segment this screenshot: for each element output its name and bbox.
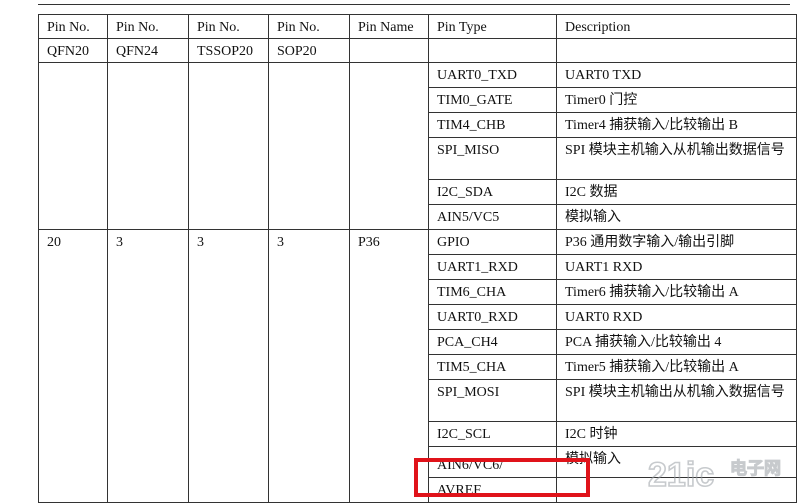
pin-type-cell: SPI_MISO [428,137,557,180]
watermark-text: 21ic [648,456,714,494]
pin-type-cell: UART0_RXD [428,304,557,330]
description-cell: Timer4 捕获输入/比较输出 B [556,112,797,138]
pin-tssop20-cell: 3 [188,229,269,503]
package-pin-type [428,38,557,63]
description-cell: UART1 RXD [556,254,797,280]
package-description [556,38,797,63]
description-cell: SPI 模块主机输入从机输出数据信号 [556,137,797,180]
header-row: Pin No. Pin No. Pin No. Pin No. Pin Name… [38,14,797,39]
pin-type-cell: SPI_MOSI [428,379,557,422]
header-description: Description [556,14,797,39]
pin-type-cell: TIM4_CHB [428,112,557,138]
description-cell: SPI 模块主机输出从机输入数据信号 [556,379,797,422]
pin-type-cell: UART1_RXD [428,254,557,280]
avref-highlight-box [414,458,590,497]
package-tssop20: TSSOP20 [188,38,269,63]
description-cell: Timer6 捕获输入/比较输出 A [556,279,797,305]
description-cell: I2C 时钟 [556,421,797,447]
pin-type-cell: UART0_TXD [428,62,557,88]
pin-qfn20-cell [38,62,108,230]
pin-type-cell: TIM5_CHA [428,354,557,380]
package-qfn20: QFN20 [38,38,108,63]
pin-name-cell [349,62,429,230]
pin-qfn24-cell: 3 [107,229,189,503]
header-pin-no-3: Pin No. [188,14,269,39]
description-cell: Timer5 捕获输入/比较输出 A [556,354,797,380]
description-cell: 模拟输入 [556,204,797,230]
pin-table: Pin No. Pin No. Pin No. Pin No. Pin Name… [38,14,797,503]
pin-type-cell: PCA_CH4 [428,329,557,355]
pin-qfn24-cell [107,62,189,230]
top-rule [38,4,790,5]
description-cell: PCA 捕获输入/比较输出 4 [556,329,797,355]
description-cell: I2C 数据 [556,179,797,205]
header-pin-name: Pin Name [349,14,429,39]
description-cell: UART0 RXD [556,304,797,330]
pin-type-cell: TIM6_CHA [428,279,557,305]
watermark-logo: 21ic 电子网 [647,455,781,495]
pin-qfn20-cell: 20 [38,229,108,503]
pin-type-cell: I2C_SCL [428,421,557,447]
description-cell: P36 通用数字输入/输出引脚 [556,229,797,255]
watermark-subtext: 电子网 [730,458,781,479]
description-cell: UART0 TXD [556,62,797,88]
header-pin-no-1: Pin No. [38,14,108,39]
description-cell: Timer0 门控 [556,87,797,113]
table-row: UART0_TXD UART0 TXD [38,62,797,230]
pin-sop20-cell: 3 [268,229,350,503]
pin-type-cell: AIN5/VC5 [428,204,557,230]
pin-tssop20-cell [188,62,269,230]
package-pin-name [349,38,429,63]
package-row: QFN20 QFN24 TSSOP20 SOP20 [38,38,797,63]
package-sop20: SOP20 [268,38,350,63]
table-row: 20 3 3 3 P36 GPIO P36 通用数字输入/输出引脚 [38,229,797,503]
header-pin-no-2: Pin No. [107,14,189,39]
pin-sop20-cell [268,62,350,230]
header-pin-no-4: Pin No. [268,14,350,39]
pin-type-cell: I2C_SDA [428,179,557,205]
header-pin-type: Pin Type [428,14,557,39]
pin-type-cell: GPIO [428,229,557,255]
pin-type-cell: TIM0_GATE [428,87,557,113]
package-qfn24: QFN24 [107,38,189,63]
